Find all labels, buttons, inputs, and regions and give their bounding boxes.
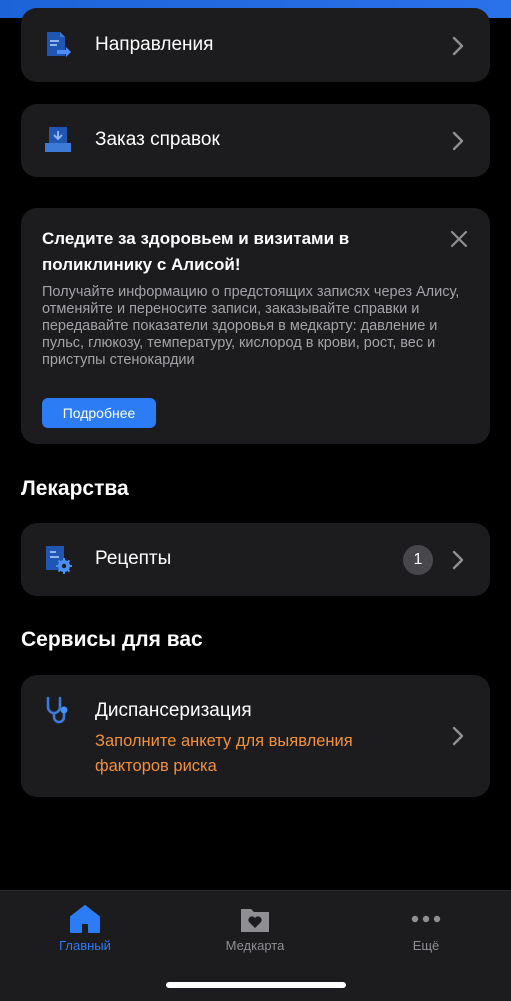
certificates-label: Заказ справок: [95, 129, 220, 150]
prescriptions-label: Рецепты: [95, 548, 172, 569]
tab-home[interactable]: Главный: [15, 891, 155, 971]
banner-title: Следите за здоровьем и визитами в поликл…: [42, 229, 350, 274]
prescriptions-count-badge: 1: [403, 545, 433, 575]
stethoscope-icon: [46, 696, 68, 724]
directions-label: Направления: [95, 34, 214, 55]
chevron-right-icon: [452, 726, 464, 746]
tab-home-label: Главный: [59, 938, 111, 953]
certificates-item[interactable]: Заказ справок: [21, 104, 490, 177]
more-details-button[interactable]: Подробнее: [42, 398, 156, 428]
medcard-folder-icon: [241, 909, 269, 932]
chevron-right-icon: [452, 131, 464, 151]
chevron-right-icon: [452, 36, 464, 56]
medicines-section-title: Лекарства: [21, 477, 129, 500]
more-dots-icon: [411, 915, 441, 923]
tab-medcard-label: Медкарта: [225, 938, 285, 953]
checkup-subtitle: Заполните анкету для выявления факторов …: [95, 732, 353, 775]
alice-promo-banner: Следите за здоровьем и визитами в поликл…: [21, 208, 490, 444]
tab-more-label: Ещё: [412, 938, 440, 953]
checkup-label: Диспансеризация: [95, 700, 252, 721]
chevron-right-icon: [452, 550, 464, 570]
banner-description: Получайте информацию о предстоящих запис…: [42, 284, 460, 368]
certificate-download-icon: [45, 127, 71, 152]
home-icon: [70, 905, 100, 933]
tab-medcard[interactable]: Медкарта: [185, 891, 325, 971]
tab-more[interactable]: Ещё: [356, 891, 496, 971]
services-section-title: Сервисы для вас: [21, 628, 203, 651]
referral-document-icon: [47, 32, 71, 57]
directions-item[interactable]: Направления: [21, 8, 490, 82]
checkup-item[interactable]: Диспансеризация Заполните анкету для выя…: [21, 675, 490, 797]
prescriptions-item[interactable]: Рецепты 1: [21, 523, 490, 596]
home-indicator[interactable]: [166, 982, 346, 988]
prescription-gear-icon: [46, 546, 72, 574]
close-icon[interactable]: [450, 230, 468, 248]
